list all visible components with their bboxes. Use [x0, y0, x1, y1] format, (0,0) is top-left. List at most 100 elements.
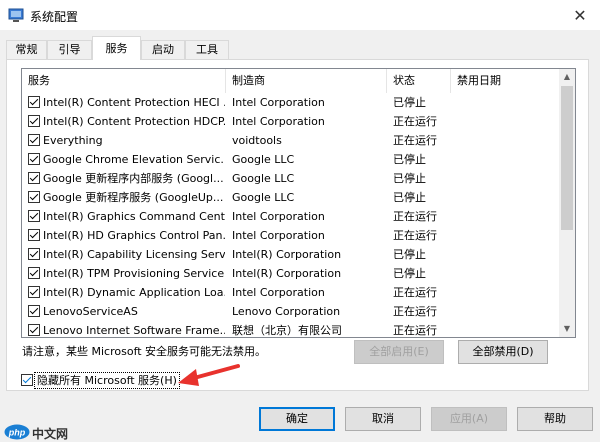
service-status: 正在运行	[393, 305, 437, 318]
service-checkbox[interactable]	[28, 115, 40, 127]
table-row[interactable]: Intel(R) Graphics Command Cent... Intel …	[22, 207, 560, 226]
service-checkbox[interactable]	[28, 324, 40, 336]
system-config-window: 系统配置 ✕ 常规 引导 服务 启动 工具 服务 制造商 状态 禁用日期 Int…	[0, 0, 600, 442]
service-status: 已停止	[393, 191, 426, 204]
service-status: 正在运行	[393, 115, 437, 128]
php-logo-icon: php	[4, 424, 30, 440]
service-manufacturer: Intel Corporation	[232, 115, 325, 128]
table-row[interactable]: Intel(R) Content Protection HECI ... Int…	[22, 93, 560, 112]
service-status: 已停止	[393, 172, 426, 185]
table-row[interactable]: Google 更新程序内部服务 (Googl... Google LLC 已停止	[22, 169, 560, 188]
hide-microsoft-checkbox[interactable]	[21, 374, 33, 386]
service-manufacturer: Google LLC	[232, 172, 295, 185]
service-manufacturer: Intel Corporation	[232, 286, 325, 299]
service-checkbox[interactable]	[28, 305, 40, 317]
table-row[interactable]: Everything voidtools 正在运行	[22, 131, 560, 150]
service-manufacturer: voidtools	[232, 134, 282, 147]
tab-boot[interactable]: 引导	[47, 40, 92, 60]
table-row[interactable]: Intel(R) HD Graphics Control Pan... Inte…	[22, 226, 560, 245]
service-status: 已停止	[393, 267, 426, 280]
column-header-status[interactable]: 状态	[387, 69, 451, 93]
service-checkbox[interactable]	[28, 229, 40, 241]
service-status: 正在运行	[393, 210, 437, 223]
service-name: Intel(R) TPM Provisioning Service	[43, 267, 225, 280]
service-checkbox[interactable]	[28, 210, 40, 222]
table-row[interactable]: Intel(R) Capability Licensing Servi... I…	[22, 245, 560, 264]
red-arrow-annotation	[178, 364, 240, 386]
service-manufacturer: Google LLC	[232, 153, 295, 166]
tab-tools[interactable]: 工具	[185, 40, 229, 60]
system-config-icon	[8, 8, 24, 22]
close-button[interactable]: ✕	[560, 0, 600, 30]
vertical-scrollbar[interactable]: ▲ ▼	[559, 69, 575, 337]
service-checkbox[interactable]	[28, 96, 40, 108]
tab-services[interactable]: 服务	[92, 36, 141, 60]
scroll-up-arrow-icon[interactable]: ▲	[559, 69, 575, 85]
service-manufacturer: 联想（北京）有限公司	[232, 324, 342, 337]
service-status: 正在运行	[393, 324, 437, 337]
table-row[interactable]: Intel(R) TPM Provisioning Service Intel(…	[22, 264, 560, 283]
scroll-down-arrow-icon[interactable]: ▼	[559, 321, 575, 337]
service-manufacturer: Intel Corporation	[232, 96, 325, 109]
window-title: 系统配置	[30, 10, 79, 24]
service-name: Lenovo Internet Software Frame...	[43, 324, 225, 337]
svg-text:php: php	[8, 428, 26, 438]
disable-all-button[interactable]: 全部禁用(D)	[458, 340, 548, 364]
service-name: Google 更新程序内部服务 (Googl...	[43, 172, 224, 185]
table-row[interactable]: Lenovo Internet Software Frame... 联想（北京）…	[22, 321, 560, 337]
service-checkbox[interactable]	[28, 267, 40, 279]
hide-microsoft-label[interactable]: 隐藏所有 Microsoft 服务(H)	[34, 372, 180, 389]
title-bar: 系统配置 ✕	[0, 0, 600, 30]
service-checkbox[interactable]	[28, 191, 40, 203]
service-name: Google 更新程序服务 (GoogleUp...	[43, 191, 224, 204]
service-status: 正在运行	[393, 229, 437, 242]
list-header: 服务 制造商 状态 禁用日期	[22, 69, 560, 93]
service-checkbox[interactable]	[28, 248, 40, 260]
ok-button[interactable]: 确定	[259, 407, 335, 431]
service-name: Intel(R) Content Protection HECI ...	[43, 96, 225, 109]
close-icon: ✕	[573, 5, 587, 25]
service-checkbox[interactable]	[28, 286, 40, 298]
service-manufacturer: Intel(R) Corporation	[232, 248, 342, 261]
service-name: Google Chrome Elevation Servic...	[43, 153, 225, 166]
watermark-text: 中文网	[32, 427, 69, 441]
service-name: Everything	[43, 134, 103, 147]
apply-button[interactable]: 应用(A)	[431, 407, 507, 431]
service-name: Intel(R) Content Protection HDCP...	[43, 115, 225, 128]
service-checkbox[interactable]	[28, 153, 40, 165]
service-manufacturer: Google LLC	[232, 191, 295, 204]
service-checkbox[interactable]	[28, 134, 40, 146]
column-header-manufacturer[interactable]: 制造商	[226, 69, 387, 93]
service-status: 已停止	[393, 96, 426, 109]
service-name: LenovoServiceAS	[43, 305, 138, 318]
tab-startup[interactable]: 启动	[141, 40, 185, 60]
list-rows: Intel(R) Content Protection HECI ... Int…	[22, 93, 560, 337]
service-status: 正在运行	[393, 286, 437, 299]
table-row[interactable]: Intel(R) Dynamic Application Loa... Inte…	[22, 283, 560, 302]
service-name: Intel(R) Dynamic Application Loa...	[43, 286, 225, 299]
enable-all-button[interactable]: 全部启用(E)	[354, 340, 444, 364]
service-manufacturer: Intel(R) Corporation	[232, 267, 342, 280]
scrollbar-thumb[interactable]	[561, 86, 573, 230]
security-note: 请注意，某些 Microsoft 安全服务可能无法禁用。	[22, 345, 267, 358]
service-manufacturer: Intel Corporation	[232, 229, 325, 242]
table-row[interactable]: Intel(R) Content Protection HDCP... Inte…	[22, 112, 560, 131]
service-checkbox[interactable]	[28, 172, 40, 184]
service-status: 已停止	[393, 248, 426, 261]
column-header-service[interactable]: 服务	[22, 69, 226, 93]
service-manufacturer: Intel Corporation	[232, 210, 325, 223]
service-manufacturer: Lenovo Corporation	[232, 305, 341, 318]
tab-general[interactable]: 常规	[6, 40, 47, 60]
service-name: Intel(R) Graphics Command Cent...	[43, 210, 225, 223]
help-button[interactable]: 帮助	[517, 407, 593, 431]
service-name: Intel(R) HD Graphics Control Pan...	[43, 229, 225, 242]
service-status: 正在运行	[393, 134, 437, 147]
table-row[interactable]: Google 更新程序服务 (GoogleUp... Google LLC 已停…	[22, 188, 560, 207]
service-name: Intel(R) Capability Licensing Servi...	[43, 248, 225, 261]
cancel-button[interactable]: 取消	[345, 407, 421, 431]
table-row[interactable]: LenovoServiceAS Lenovo Corporation 正在运行	[22, 302, 560, 321]
column-header-disabled-date[interactable]: 禁用日期	[451, 69, 560, 93]
services-list[interactable]: 服务 制造商 状态 禁用日期 Intel(R) Content Protecti…	[21, 68, 576, 338]
table-row[interactable]: Google Chrome Elevation Servic... Google…	[22, 150, 560, 169]
service-status: 已停止	[393, 153, 426, 166]
